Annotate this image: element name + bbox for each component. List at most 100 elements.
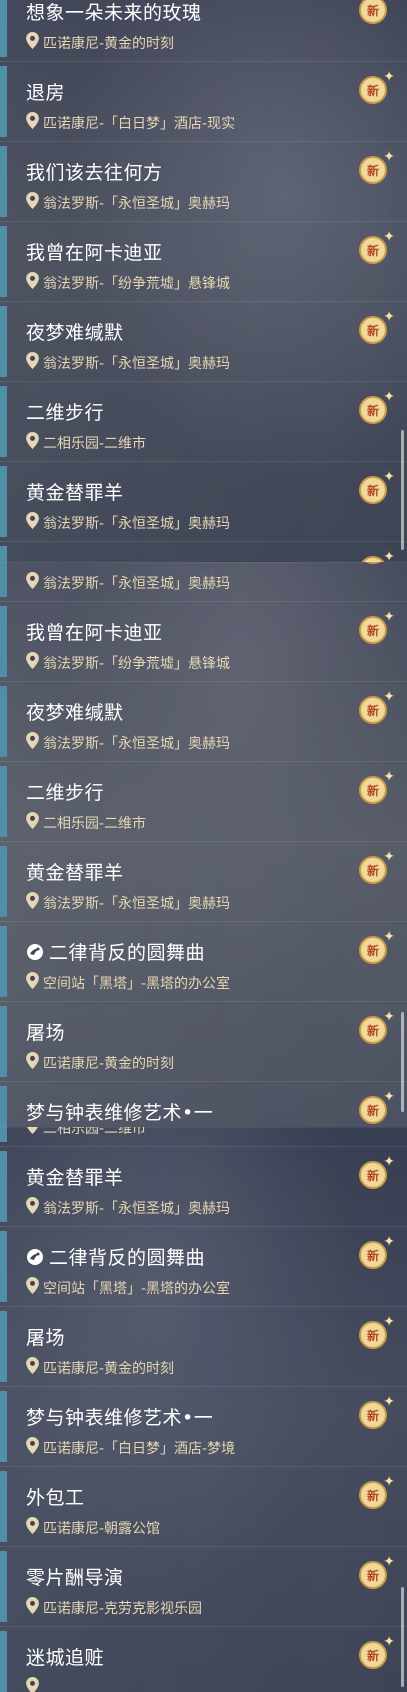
mission-row[interactable]: 屠场 匹诺康尼-黄金的时刻新 ✦ [0, 1307, 407, 1387]
mission-location: 翁法罗斯-「永恒圣城」奥赫玛 [26, 352, 230, 373]
new-badge-icon: 新✦ [357, 609, 395, 646]
mission-title: 想象一朵未来的玫瑰 [26, 0, 202, 25]
location-pin-icon [26, 1677, 43, 1692]
sparkle-icon: ✦ [383, 69, 395, 85]
new-badge-text: 新 [366, 1248, 379, 1263]
mission-row[interactable]: 二律背反的圆舞曲 空间站「黑塔」-黑塔的办公室新 ✦ [0, 922, 407, 1002]
location-pin-icon [26, 1277, 43, 1298]
mission-title-text: 梦与钟表维修艺术•一 [26, 1407, 214, 1429]
new-badge-text: 新 [366, 1023, 379, 1038]
mission-row[interactable]: 黄金替罪羊 翁法罗斯-「永恒圣城」奥赫玛新 ✦ [0, 462, 407, 542]
mission-row[interactable]: 翁法罗斯-「永恒圣城」奥赫玛新✦ [0, 542, 407, 562]
new-badge-text: 新 [366, 483, 379, 498]
new-badge-text: 新 [366, 943, 379, 958]
row-accent-bar [0, 766, 7, 837]
row-accent-bar [0, 1311, 7, 1382]
location-text: 空间站「黑塔」-黑塔的办公室 [43, 1280, 231, 1297]
location-pin-icon [26, 352, 43, 373]
mission-row[interactable]: 迷城追赃新 ✦ [0, 1627, 407, 1692]
mission-location: 二相乐园-二维市 [26, 1127, 146, 1138]
mission-title-text: 二律背反的圆舞曲 [49, 942, 206, 964]
mission-title-text: 夜梦难缄默 [26, 702, 124, 724]
sparkle-icon: ✦ [383, 1634, 395, 1650]
location-text: 二相乐园-二维市 [43, 435, 147, 452]
mission-row[interactable]: 翁法罗斯-「永恒圣城」奥赫玛新✦ [0, 562, 407, 602]
mission-row[interactable]: 黄金替罪羊 翁法罗斯-「永恒圣城」奥赫玛新 ✦ [0, 1147, 407, 1227]
mission-row[interactable]: 我曾在阿卡迪亚翁法罗斯-「纷争荒墟」悬锋城 新 ✦ [0, 222, 407, 302]
new-badge-text: 新 [366, 1168, 379, 1183]
mission-title-text: 我曾在阿卡迪亚 [26, 242, 163, 264]
location-pin-icon [26, 272, 43, 293]
mission-row[interactable]: 二维步行 二相乐园-二维市新 ✦ [0, 762, 407, 842]
scrollbar[interactable] [401, 1587, 404, 1687]
mission-row[interactable]: 梦与钟表维修艺术•一匹诺康尼-「白日梦」酒店-梦境新✦ [0, 1082, 407, 1127]
mission-list[interactable]: 翁法罗斯-「永恒圣城」奥赫玛新✦我曾在阿卡迪亚翁法罗斯-「纷争荒墟」悬锋城新✦夜… [0, 562, 407, 1127]
row-accent-bar [0, 846, 7, 917]
mission-title-text: 零片酬导演 [26, 1567, 124, 1589]
mission-location: 匹诺康尼-「白日梦」酒店-现实 [26, 112, 235, 133]
mission-title: 梦与钟表维修艺术•一 [26, 1098, 213, 1125]
row-accent-bar [0, 686, 7, 757]
new-badge-icon: 新✦ [357, 1554, 395, 1591]
mission-row[interactable]: 想象一朵未来的玫瑰匹诺康尼-黄金的时刻新✦ [0, 0, 407, 62]
mission-location: 翁法罗斯-「永恒圣城」奥赫玛 [26, 572, 230, 593]
location-text: 二相乐园-二维市 [43, 815, 147, 832]
scrollbar[interactable] [401, 1012, 404, 1112]
row-accent-bar [0, 1551, 7, 1622]
mission-title-text: 黄金替罪羊 [26, 482, 124, 504]
mission-row[interactable]: 夜梦难缄默 翁法罗斯-「永恒圣城」奥赫玛新 ✦ [0, 302, 407, 382]
location-text: 匹诺康尼-「白日梦」酒店-现实 [43, 115, 236, 132]
row-accent-bar [0, 1127, 7, 1142]
mission-row[interactable]: 退房 匹诺康尼-「白日梦」酒店-现实新 ✦ [0, 62, 407, 142]
mission-type-icon [26, 942, 49, 964]
scrollbar[interactable] [401, 430, 404, 550]
location-pin-icon [26, 512, 43, 533]
location-pin-icon [26, 812, 43, 833]
row-accent-bar [0, 1086, 7, 1127]
mission-title: 我们该去往何方 [26, 158, 163, 185]
mission-location: 翁法罗斯-「永恒圣城」奥赫玛 [26, 192, 230, 213]
new-badge-icon: 新✦ [357, 769, 395, 806]
mission-row[interactable]: 零片酬导演 匹诺康尼-克劳克影视乐园新 ✦ [0, 1547, 407, 1627]
new-badge-text: 新 [366, 243, 379, 258]
sparkle-icon: ✦ [383, 609, 395, 625]
mission-location: 匹诺康尼-「白日梦」酒店-梦境 [26, 1437, 235, 1458]
sparkle-icon: ✦ [383, 469, 395, 485]
new-badge-icon: 新✦ [357, 309, 395, 346]
mission-row[interactable]: 二律背反的圆舞曲 空间站「黑塔」-黑塔的办公室新 ✦ [0, 1227, 407, 1307]
mission-row[interactable]: 我曾在阿卡迪亚 翁法罗斯-「纷争荒墟」悬锋城新 ✦ [0, 602, 407, 682]
mission-title: 夜梦难缄默 [26, 698, 124, 725]
mission-title: 我曾在阿卡迪亚 [26, 238, 163, 265]
mission-title: 黄金替罪羊 [26, 478, 124, 505]
mission-row[interactable]: 外包工 匹诺康尼-朝露公馆新 ✦ [0, 1467, 407, 1547]
mission-row[interactable]: 梦与钟表维修艺术•一匹诺康尼-「白日梦」酒店-梦境新✦ [0, 1387, 407, 1467]
new-badge-text: 新 [366, 163, 379, 178]
new-badge-icon: 新✦ [357, 229, 395, 266]
mission-list[interactable]: 二相乐园-二维市新✦黄金替罪羊翁法罗斯-「永恒圣城」奥赫玛新✦二律背反的圆舞曲空… [0, 1127, 407, 1692]
mission-title-text: 屠场 [26, 1327, 66, 1349]
location-pin-icon [26, 192, 43, 213]
mission-row[interactable]: 我们该去往何方 翁法罗斯-「永恒圣城」奥赫玛新 ✦ [0, 142, 407, 222]
mission-row[interactable]: 屠场 匹诺康尼-黄金的时刻新 ✦ [0, 1002, 407, 1082]
sparkle-icon: ✦ [383, 1554, 395, 1570]
mission-list[interactable]: 想象一朵未来的玫瑰匹诺康尼-黄金的时刻新✦退房匹诺康尼-「白日梦」酒店-现实新✦… [0, 0, 407, 562]
mission-row[interactable]: 二相乐园-二维市新✦ [0, 1127, 407, 1147]
sparkle-icon: ✦ [383, 549, 395, 562]
new-badge-icon: 新✦ [357, 69, 395, 106]
sparkle-icon: ✦ [383, 1089, 395, 1105]
row-accent-bar [0, 1006, 7, 1077]
new-badge-text: 新 [366, 3, 379, 18]
mission-location: 空间站「黑塔」-黑塔的办公室 [26, 1277, 230, 1298]
location-pin-icon [26, 732, 43, 753]
mission-row[interactable]: 夜梦难缄默 翁法罗斯-「永恒圣城」奥赫玛新 ✦ [0, 682, 407, 762]
location-text: 翁法罗斯-「纷争荒墟」悬锋城 [43, 655, 231, 672]
new-badge-icon: 新✦ [357, 0, 395, 26]
screenshot-panel-1: 想象一朵未来的玫瑰匹诺康尼-黄金的时刻新✦退房匹诺康尼-「白日梦」酒店-现实新✦… [0, 0, 407, 562]
mission-title: 二律背反的圆舞曲 [26, 938, 205, 965]
sparkle-icon: ✦ [383, 769, 395, 785]
mission-row[interactable]: 二维步行 二相乐园-二维市新 ✦ [0, 382, 407, 462]
new-badge-icon: 新✦ [357, 849, 395, 886]
mission-location: 翁法罗斯-「纷争荒墟」悬锋城 [26, 272, 230, 293]
sparkle-icon: ✦ [383, 0, 395, 5]
mission-row[interactable]: 黄金替罪羊 翁法罗斯-「永恒圣城」奥赫玛新 ✦ [0, 842, 407, 922]
